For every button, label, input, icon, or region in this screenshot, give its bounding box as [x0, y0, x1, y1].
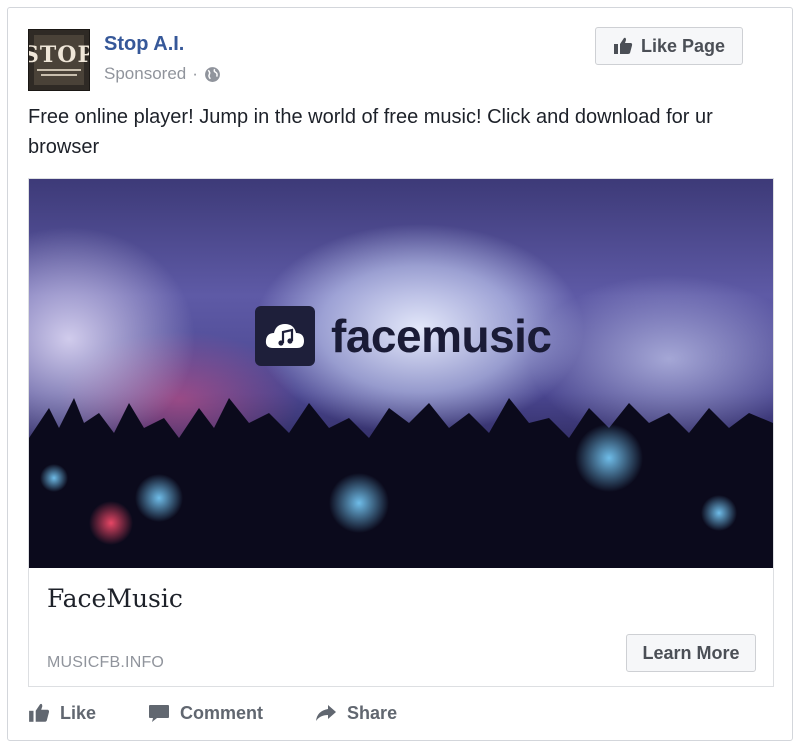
concert-crowd-illustration	[29, 398, 773, 568]
share-button[interactable]: Share	[315, 702, 397, 724]
like-button[interactable]: Like	[28, 702, 96, 724]
post-message: Free online player! Jump in the world of…	[28, 106, 713, 158]
comment-button[interactable]: Comment	[148, 702, 263, 724]
globe-icon[interactable]	[204, 66, 221, 83]
avatar-logo-text: STOP	[29, 42, 89, 68]
like-page-label: Like Page	[640, 35, 726, 56]
card-title[interactable]: FaceMusic	[47, 583, 183, 615]
link-preview-card[interactable]: facemusic FaceMusic MUSICFB.INFO Learn M…	[28, 178, 774, 687]
share-arrow-icon	[316, 705, 337, 721]
comment-label: Comment	[180, 702, 264, 723]
sponsored-label[interactable]: Sponsored	[104, 64, 186, 84]
like-label: Like	[60, 702, 97, 723]
post-meta: Sponsored ·	[104, 64, 221, 84]
page-avatar[interactable]: STOP	[28, 29, 90, 91]
page-name-link[interactable]: Stop A.I.	[104, 32, 184, 56]
comment-icon	[149, 705, 170, 722]
card-domain: MUSICFB.INFO	[47, 654, 165, 671]
post-actions: Like Comment Share	[28, 698, 449, 728]
avatar-logo-line	[41, 74, 77, 76]
avatar-logo-line	[37, 69, 81, 71]
cloud-music-icon	[265, 324, 304, 348]
facemusic-wordmark: facemusic	[331, 310, 552, 362]
share-label: Share	[347, 702, 398, 723]
facemusic-logo	[255, 306, 315, 366]
thumbs-up-icon	[29, 703, 50, 722]
learn-more-button[interactable]: Learn More	[626, 634, 756, 672]
ad-image[interactable]: facemusic	[29, 179, 773, 568]
meta-separator: ·	[192, 64, 198, 83]
thumbs-up-icon	[613, 37, 633, 54]
like-page-button[interactable]: Like Page	[595, 27, 743, 65]
sponsored-post: STOP Stop A.I. Sponsored · Like Page Fre…	[7, 7, 793, 741]
